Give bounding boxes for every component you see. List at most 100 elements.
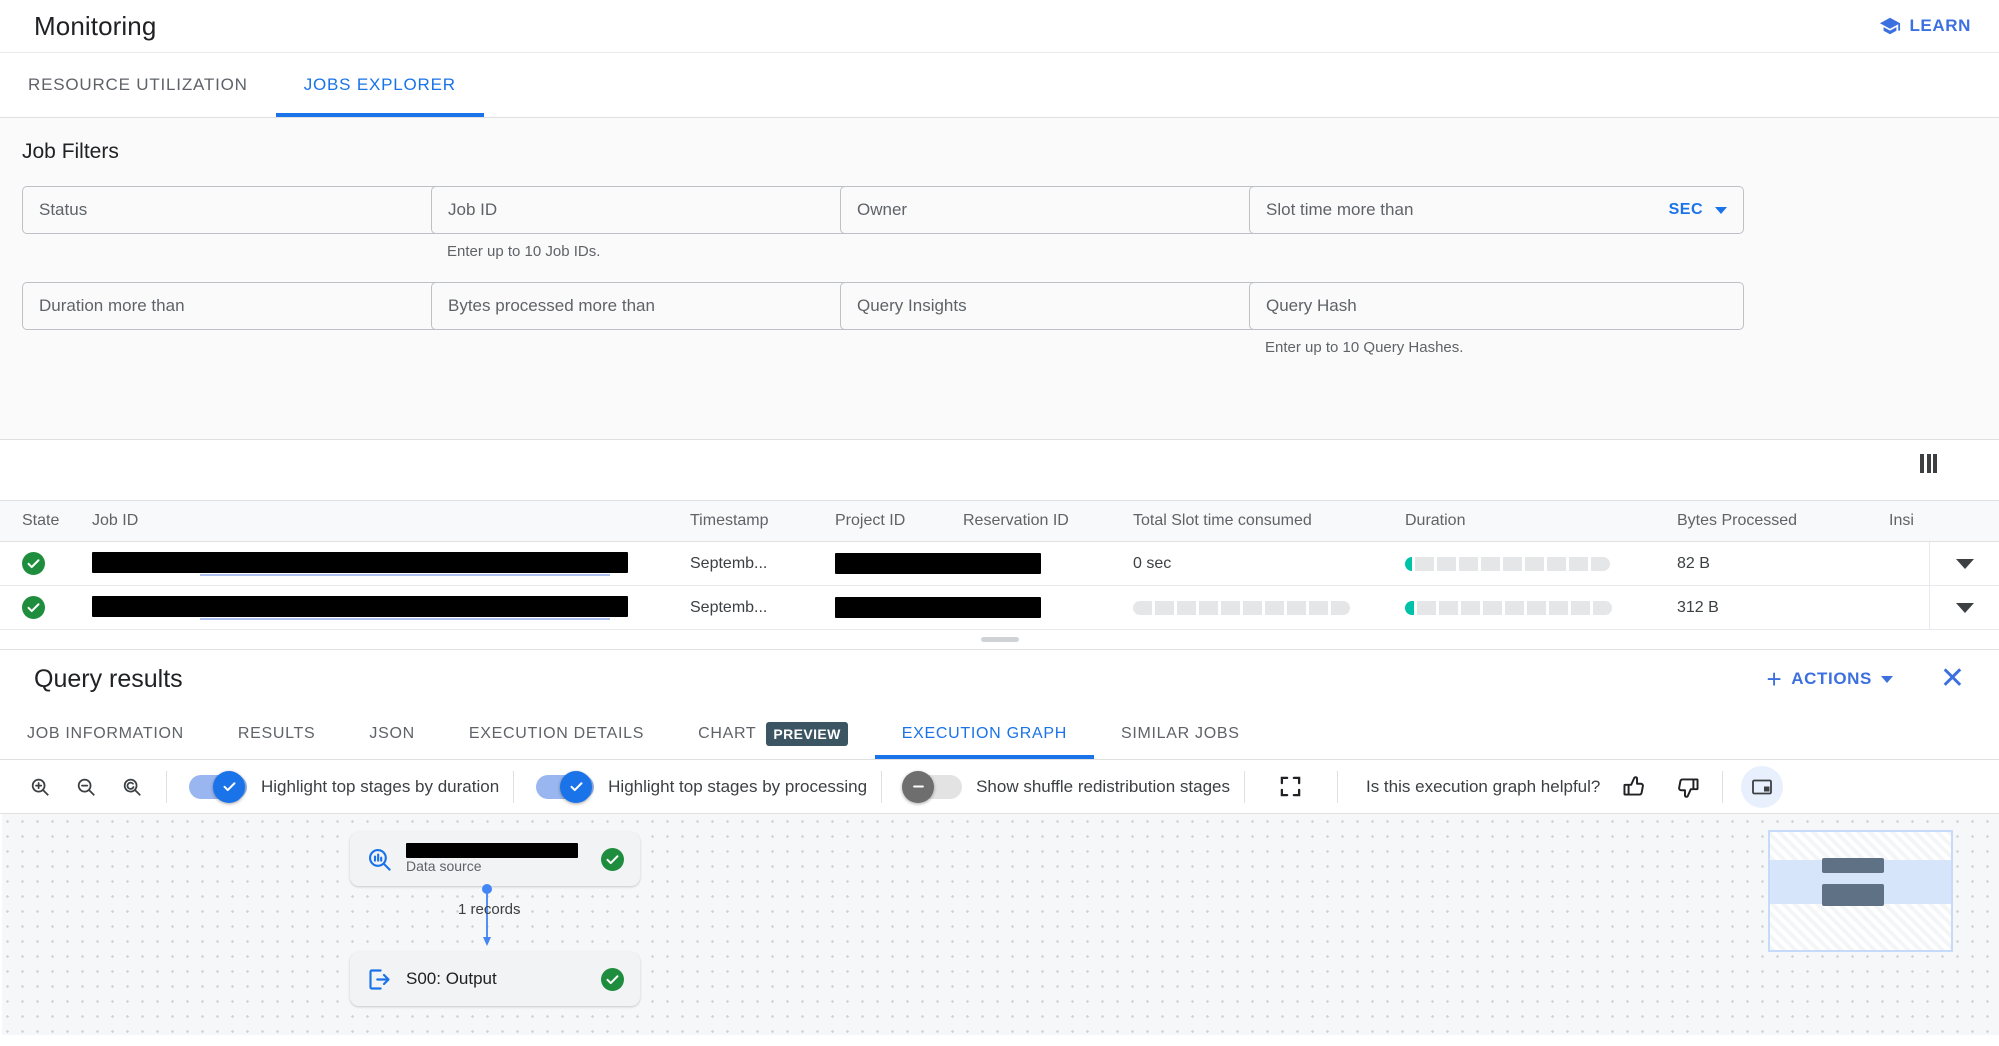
toggle-show-shuffle-label: Show shuffle redistribution stages <box>976 776 1230 796</box>
tab-resource-utilization[interactable]: RESOURCE UTILIZATION <box>0 53 276 117</box>
toggle-show-shuffle[interactable] <box>902 770 963 803</box>
expand-row-button[interactable] <box>1929 542 1999 585</box>
col-total-slot-time: Total Slot time consumed <box>1133 512 1312 529</box>
tab-label: JOBS EXPLORER <box>303 75 456 94</box>
fullscreen-icon[interactable] <box>1271 767 1311 807</box>
graph-node-body: Data source <box>406 842 601 876</box>
execution-graph-canvas[interactable]: Data source 1 records S00: Output <box>0 814 1999 1035</box>
feedback-question: Is this execution graph helpful? <box>1365 776 1601 796</box>
row-job-id[interactable] <box>92 595 690 620</box>
actions-button[interactable]: + ACTIONS <box>1766 664 1893 694</box>
tab-jobs-explorer[interactable]: JOBS EXPLORER <box>275 53 484 117</box>
tab-label: JSON <box>369 724 415 742</box>
chevron-down-icon <box>1955 558 1974 569</box>
col-project-id: Project ID <box>835 512 906 529</box>
toggle-knob <box>902 770 935 803</box>
row-timestamp: Septemb... <box>690 554 768 572</box>
status-success-icon <box>22 552 45 575</box>
tab-label: SIMILAR JOBS <box>1120 724 1240 742</box>
tab-json[interactable]: JSON <box>342 708 441 759</box>
col-bytes-processed: Bytes Processed <box>1677 512 1798 529</box>
job-filters-panel: Job Filters Status Job ID Enter up to 10… <box>0 118 1999 440</box>
tab-execution-graph[interactable]: EXECUTION GRAPH <box>874 708 1095 759</box>
tab-label: CHART <box>698 724 757 742</box>
row-job-id[interactable] <box>92 551 690 576</box>
zoom-reset-icon[interactable] <box>112 767 152 807</box>
actions-label: ACTIONS <box>1791 669 1872 688</box>
plus-icon: + <box>1766 664 1783 694</box>
chevron-down-icon[interactable] <box>1715 206 1727 214</box>
graph-toolbar: Highlight top stages by duration Highlig… <box>0 760 1999 814</box>
row-duration <box>1405 556 1677 571</box>
table-row[interactable]: Septemb... 0 sec 82 B <box>0 542 1999 586</box>
zoom-in-icon[interactable] <box>20 767 60 807</box>
output-icon <box>366 966 400 993</box>
tab-results[interactable]: RESULTS <box>211 708 343 759</box>
toggle-knob <box>560 770 593 803</box>
zoom-out-icon[interactable] <box>66 767 106 807</box>
top-tabs: RESOURCE UTILIZATION JOBS EXPLORER <box>0 53 1999 118</box>
duration-placeholder: Duration more than <box>39 296 185 315</box>
row-bytes-processed: 312 B <box>1677 598 1719 616</box>
duration-bar <box>1405 556 1677 571</box>
tab-label: RESOURCE UTILIZATION <box>28 75 248 94</box>
filter-row-2: Duration more than SEC Bytes processed m… <box>0 282 1999 356</box>
toggle-highlight-processing[interactable] <box>536 770 595 803</box>
thumb-up-icon[interactable] <box>1614 767 1654 807</box>
tab-chart[interactable]: CHART PREVIEW <box>671 708 875 759</box>
duration-bar <box>1405 600 1677 615</box>
thumb-down-icon[interactable] <box>1668 767 1708 807</box>
slot-time-unit[interactable]: SEC <box>1669 201 1703 219</box>
graph-node-data-source[interactable]: Data source <box>350 832 640 886</box>
panel-resize-handle[interactable] <box>0 630 1999 650</box>
minimap-icon[interactable] <box>1741 765 1784 808</box>
close-icon[interactable]: ✕ <box>1940 664 1965 694</box>
row-total-slot-time: 0 sec <box>1133 554 1172 572</box>
graph-node-title: S00: Output <box>406 969 497 988</box>
row-state <box>0 552 92 575</box>
query-hash-placeholder: Query Hash <box>1266 296 1357 315</box>
row-timestamp: Septemb... <box>690 598 768 616</box>
toggle-highlight-duration-label: Highlight top stages by duration <box>261 776 500 796</box>
jobs-table: State Job ID Timestamp Project ID Reserv… <box>0 500 1999 630</box>
graph-node-output[interactable]: S00: Output <box>350 952 640 1006</box>
row-total-slot-time <box>1133 600 1405 615</box>
status-filter-label: Status <box>39 200 88 219</box>
status-success-icon <box>601 847 624 871</box>
tab-similar-jobs[interactable]: SIMILAR JOBS <box>1094 708 1267 759</box>
tab-execution-details[interactable]: EXECUTION DETAILS <box>442 708 671 759</box>
graduation-cap-icon <box>1879 15 1901 37</box>
tab-label: EXECUTION GRAPH <box>901 724 1067 742</box>
col-reservation-id: Reservation ID <box>963 512 1069 529</box>
owner-filter-label: Owner <box>857 200 908 219</box>
preview-badge: PREVIEW <box>766 721 848 746</box>
chevron-down-icon <box>1881 675 1893 683</box>
page-title: Monitoring <box>34 10 157 41</box>
title-bar: Monitoring LEARN <box>0 0 1999 53</box>
slot-time-filter[interactable]: Slot time more than SEC <box>1249 186 1744 234</box>
col-state: State <box>22 512 60 529</box>
tab-label: RESULTS <box>237 724 316 742</box>
graph-node-body: S00: Output <box>406 969 601 989</box>
query-results-title: Query results <box>34 664 183 693</box>
expand-row-button[interactable] <box>1929 586 1999 629</box>
data-source-icon <box>366 846 400 873</box>
row-duration <box>1405 600 1677 615</box>
columns-icon[interactable] <box>1920 454 1937 473</box>
table-toolbar <box>0 440 1999 500</box>
graph-minimap[interactable] <box>1768 830 1953 952</box>
toggle-highlight-duration[interactable] <box>189 770 247 803</box>
query-results-tabs: JOB INFORMATION RESULTS JSON EXECUTION D… <box>0 708 1999 760</box>
table-row[interactable]: Septemb... 312 B <box>0 586 1999 630</box>
row-project-id <box>835 597 1041 618</box>
tab-job-information[interactable]: JOB INFORMATION <box>0 708 211 759</box>
slot-time-placeholder: Slot time more than <box>1266 200 1414 219</box>
learn-button[interactable]: LEARN <box>1873 11 1977 41</box>
tab-label: JOB INFORMATION <box>27 724 184 742</box>
status-success-icon <box>22 596 45 619</box>
bytes-processed-placeholder: Bytes processed more than <box>448 296 655 315</box>
query-hash-input[interactable]: Query Hash <box>1249 282 1744 330</box>
learn-label: LEARN <box>1909 16 1971 35</box>
toggle-knob <box>213 770 245 803</box>
row-state <box>0 596 92 619</box>
